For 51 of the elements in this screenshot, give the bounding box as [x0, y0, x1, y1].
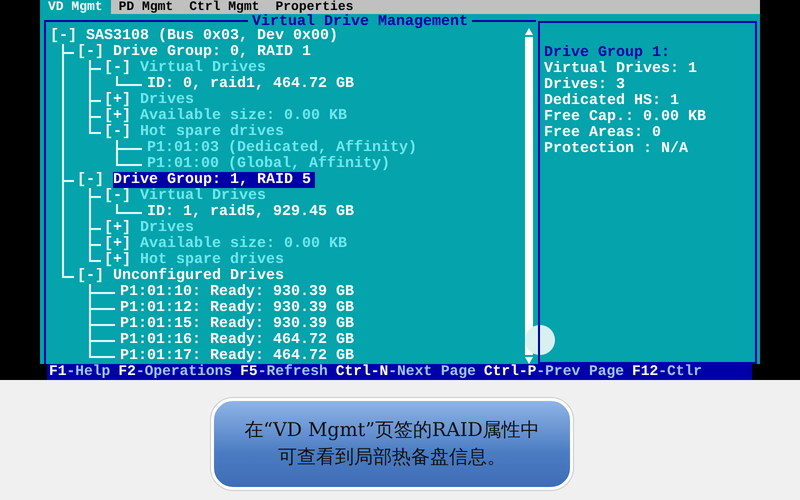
tree-node[interactable]: Hot spare drives	[140, 124, 284, 140]
tree-node[interactable]: Virtual Drives	[140, 60, 266, 76]
expand-toggle[interactable]: [+]	[104, 92, 140, 108]
tree-node[interactable]: P1:01:03 (Dedicated, Affinity)	[147, 140, 418, 156]
expand-toggle[interactable]: [-]	[104, 124, 140, 140]
expand-toggle[interactable]: [-]	[50, 28, 86, 44]
tree-node[interactable]: Drives	[140, 92, 194, 108]
tree-node[interactable]: P1:01:00 (Global, Affinity)	[147, 156, 390, 172]
expand-toggle[interactable]: [-]	[77, 44, 114, 60]
tree-node[interactable]: P1:01:17: Ready: 464.72 GB	[120, 348, 354, 364]
key-hint: F12-Ctlr	[632, 364, 702, 380]
tree-node[interactable]: Available size: 0.00 KB	[140, 236, 348, 252]
tree-node[interactable]: Unconfigured Drives	[113, 268, 284, 284]
tree-node[interactable]: Hot spare drives	[140, 252, 284, 268]
panel-title: Virtual Drive Management	[252, 14, 470, 28]
tree-node[interactable]: Virtual Drives	[140, 188, 266, 204]
tree-node[interactable]: ID: 0, raid1, 464.72 GB	[147, 76, 354, 92]
tree-node[interactable]: SAS3108 (Bus 0x03, Dev 0x00)	[86, 28, 338, 44]
tree-node[interactable]: Drives	[140, 220, 194, 236]
scroll-up-icon[interactable]	[525, 28, 533, 35]
tab[interactable]: VD Mgmt	[40, 0, 111, 14]
tree-node[interactable]: Available size: 0.00 KB	[140, 108, 348, 124]
details-line: Drives: 3	[544, 77, 626, 93]
caption-text: 在“VD Mgmt”页签的RAID属性中	[244, 418, 540, 443]
expand-toggle[interactable]: [-]	[77, 268, 114, 284]
expand-toggle[interactable]: [+]	[104, 252, 140, 268]
tree-node[interactable]: ID: 1, raid5, 929.45 GB	[147, 204, 354, 220]
tree-node[interactable]: P1:01:10: Ready: 930.39 GB	[120, 284, 354, 300]
details-line: Free Cap.: 0.00 KB	[544, 109, 708, 125]
key-hint: Ctrl-P-Prev Page	[484, 364, 624, 380]
details-line: Protection : N/A	[544, 141, 690, 157]
tree-node[interactable]: P1:01:15: Ready: 930.39 GB	[120, 316, 354, 332]
key-hint: F1-Help	[49, 364, 110, 380]
expand-toggle[interactable]: [-]	[104, 60, 140, 76]
expand-toggle[interactable]: [+]	[104, 220, 140, 236]
details-line: Dedicated HS: 1	[544, 93, 680, 109]
key-hint: F2-Operations	[118, 364, 232, 380]
tree-node[interactable]: P1:01:12: Ready: 930.39 GB	[120, 300, 354, 316]
details-line: Virtual Drives: 1	[544, 61, 698, 77]
expand-toggle[interactable]: [+]	[104, 236, 140, 252]
details-title: Drive Group 1:	[544, 45, 672, 61]
expand-toggle[interactable]: [+]	[104, 108, 140, 124]
key-hint: F5-Refresh	[240, 364, 328, 380]
key-hint: Ctrl-N-Next Page	[336, 364, 476, 380]
expand-toggle[interactable]: [-]	[104, 188, 140, 204]
caption-text: 可查看到局部热备盘信息。	[278, 445, 506, 470]
expand-toggle[interactable]: [-]	[77, 172, 114, 188]
tree-node[interactable]: Drive Group: 1, RAID 5	[113, 172, 316, 188]
tree-node[interactable]: P1:01:16: Ready: 464.72 GB	[120, 332, 354, 348]
details-line: Free Areas: 0	[544, 125, 662, 141]
tree-node[interactable]: Drive Group: 0, RAID 1	[113, 44, 312, 60]
